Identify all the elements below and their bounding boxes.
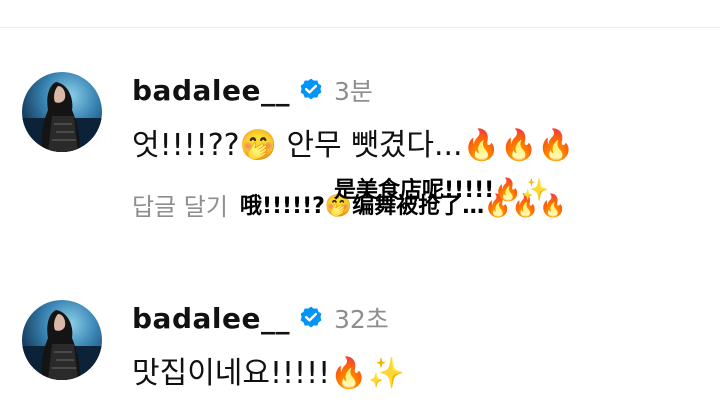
profile-photo-icon [22, 82, 102, 152]
reply-button[interactable]: 답글 달기 [132, 187, 228, 222]
top-divider [0, 27, 720, 28]
timestamp: 3분 [333, 77, 373, 106]
verified-badge-icon [298, 305, 324, 331]
comment-header: badalee__ 32초 [132, 298, 389, 338]
avatar[interactable] [22, 300, 102, 380]
timestamp: 32초 [333, 305, 389, 334]
username[interactable]: badalee__ [132, 74, 290, 107]
comment-header: badalee__ 3분 [132, 70, 373, 110]
verified-badge-icon [298, 77, 324, 103]
comment-text: 맛집이네요!!!!!🔥✨ [132, 356, 405, 391]
translation-subtitle: 是美食店呢!!!!!🔥✨ [334, 178, 549, 203]
username[interactable]: badalee__ [132, 302, 290, 335]
comment-text: 엇!!!!??🤭 안무 뺏겼다...🔥🔥🔥 [132, 128, 575, 163]
avatar[interactable] [22, 72, 102, 152]
profile-photo-icon [22, 310, 102, 380]
